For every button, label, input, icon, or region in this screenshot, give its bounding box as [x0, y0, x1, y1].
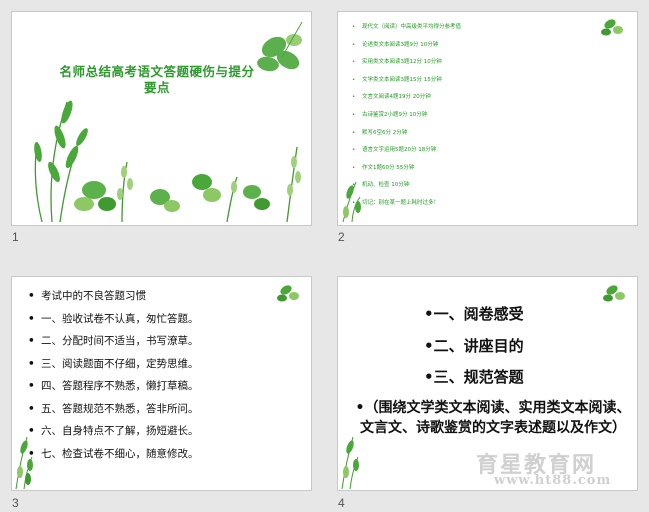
list-item: • 文言文阅读4题19分 20分钟 — [352, 94, 431, 101]
list-item: • 四、答题程序不熟悉，懒打草稿。 — [28, 380, 199, 392]
watermark-url: www.ht88.com — [494, 473, 612, 488]
list-item: • 实用类文本阅读3题12分 10分钟 — [352, 59, 442, 66]
list-item: • 五、答题规范不熟悉，答非所问。 — [28, 402, 199, 415]
slide-title: 名师总结高考语文答题硬伤与提分要点 — [59, 64, 255, 95]
list-item: • 语言文字运用5题20分 18分钟 — [352, 147, 437, 154]
slide-number-3: 3 — [12, 496, 19, 510]
list-item: •一、阅卷感受 — [424, 305, 524, 323]
list-item: • 切记：别在某一题上耗时过多！ — [352, 199, 440, 206]
list-item: • 文学类文本阅读3题15分 15分钟 — [352, 76, 442, 83]
list-item: • 考试中的不良答题习惯 — [28, 290, 146, 302]
slide-bullet-list: • 考试中的不良答题习惯 • 一、验收试卷不认真，匆忙答题。 • 二、分配时间不适当，… — [28, 290, 199, 470]
list-item: • 三、阅读题面不仔细，定势思维。 — [28, 357, 199, 370]
list-item: • 作文1题60分 55分钟 — [352, 164, 415, 171]
slide-bullet-list: • 现代文（阅读）中高级类平均得分参考值 • 论述类文本阅读3题9分 10分钟 • 实… — [352, 23, 461, 217]
list-item: • 一、验收试卷不认真，匆忙答题。 — [28, 312, 199, 325]
list-item: • 七、检查试卷不细心，随意修改。 — [28, 447, 199, 460]
list-item: • 古诗鉴赏2小题9分 10分钟 — [352, 111, 428, 118]
list-item: • 二、分配时间不适当，书写潦草。 — [28, 335, 199, 347]
slide-3-thumbnail[interactable]: • 考试中的不良答题习惯 • 一、验收试卷不认真，匆忙答题。 • 二、分配时间不适当，… — [12, 277, 311, 490]
list-item: • 六、自身特点不了解，扬短避长。 — [28, 425, 199, 437]
slide-note: •（围绕文学类文本阅读、实用类文本阅读、文言文、诗歌鉴赏的文字表述题以及作文） — [355, 400, 631, 436]
list-item: • 机动、检查 10分钟 — [352, 182, 410, 189]
slide-1-thumbnail[interactable]: 名师总结高考语文答题硬伤与提分要点 — [12, 12, 311, 225]
list-item: • 现代文（阅读）中高级类平均得分参考值 — [352, 24, 462, 30]
slide-number-1: 1 — [12, 230, 19, 244]
slide-number-2: 2 — [338, 230, 345, 244]
list-item: • 默写6空6分 2分钟 — [352, 129, 408, 136]
slide-4-thumbnail[interactable]: •一、阅卷感受 •二、讲座目的 •三、规范答题 •（围绕文学类文本阅读、实用类文… — [338, 277, 637, 490]
slide-main-list: •一、阅卷感受 •二、讲座目的 •三、规范答题 — [424, 303, 524, 398]
slide-2-thumbnail[interactable]: • 现代文（阅读）中高级类平均得分参考值 • 论述类文本阅读3题9分 10分钟 • 实… — [338, 12, 637, 225]
list-item: • 论述类文本阅读3题9分 10分钟 — [352, 41, 439, 48]
list-item: •二、讲座目的 — [424, 336, 524, 355]
list-item: •三、规范答题 — [424, 368, 524, 386]
leaf-decoration — [34, 21, 303, 223]
slide-number-4: 4 — [338, 496, 345, 510]
watermark: 育星教育网 www.ht88.com — [468, 447, 637, 490]
